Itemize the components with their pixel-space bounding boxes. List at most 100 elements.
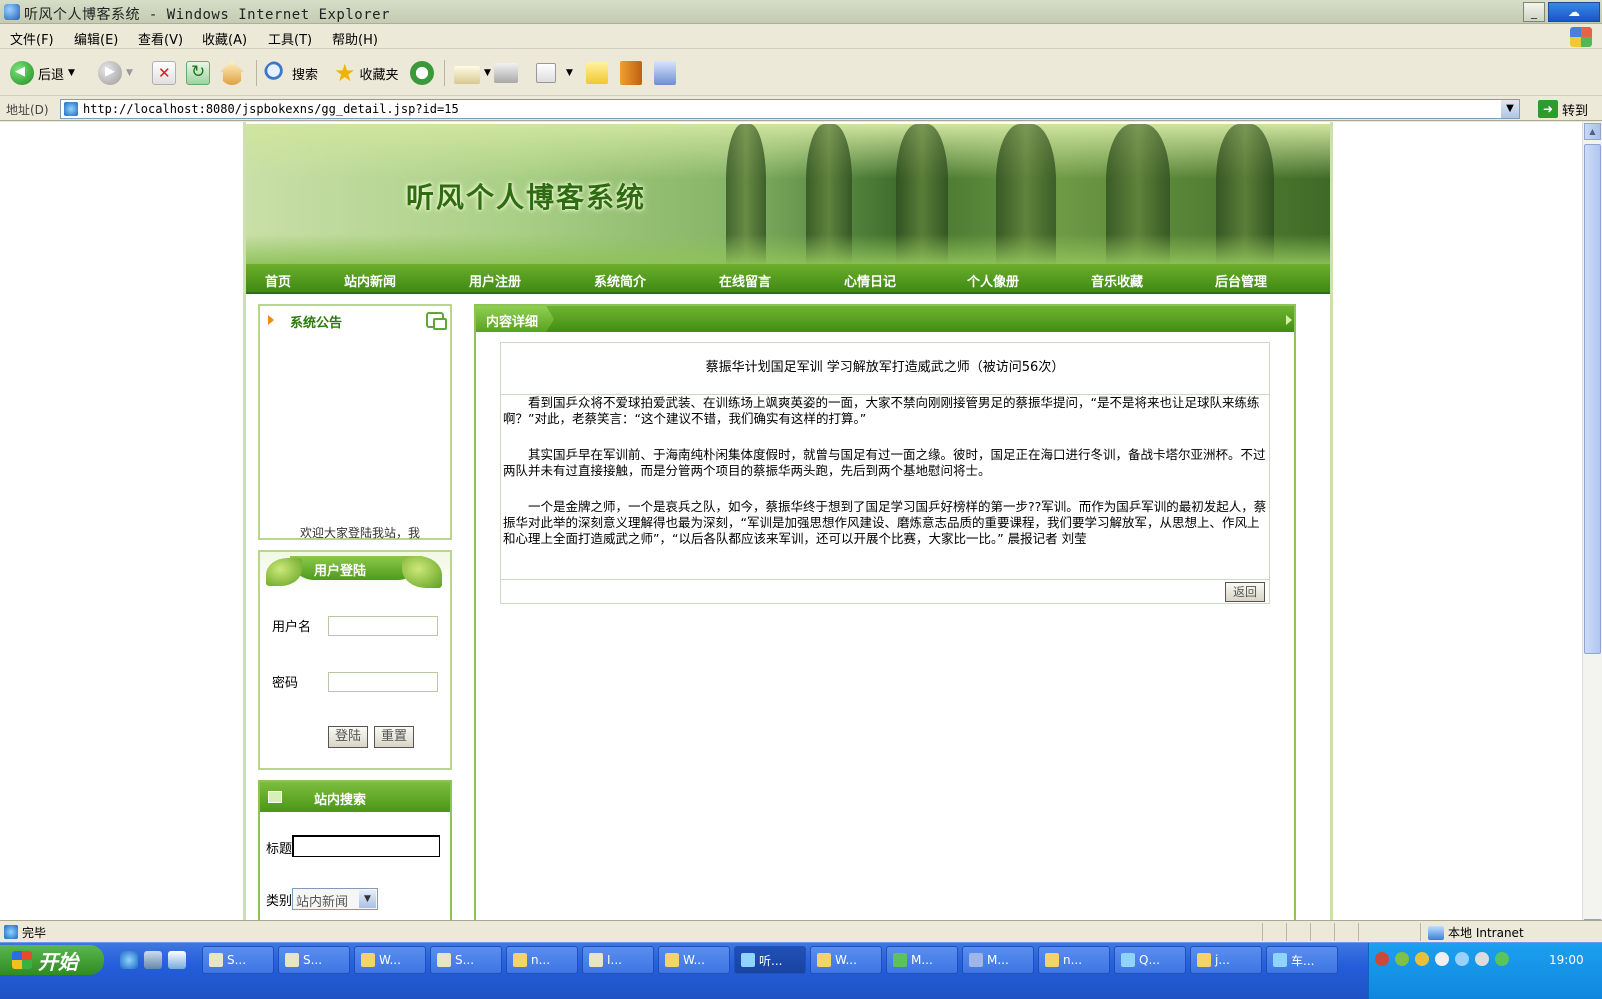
start-button[interactable]: 开始	[0, 945, 104, 975]
search-button[interactable]: 搜索	[264, 58, 318, 88]
status-divider	[1310, 923, 1311, 941]
stop-button[interactable]	[152, 58, 176, 88]
menu-view[interactable]: 查看(V)	[138, 29, 183, 48]
menu-favorites[interactable]: 收藏(A)	[202, 29, 247, 48]
refresh-button[interactable]	[186, 58, 210, 88]
media-quicklaunch-icon[interactable]	[168, 951, 186, 969]
star-icon: ★	[334, 59, 356, 87]
vertical-scrollbar[interactable]: ▲ ▼	[1582, 122, 1602, 937]
printer-icon	[494, 63, 518, 83]
taskbar-item-label: n...	[1063, 953, 1083, 967]
ie-quicklaunch-icon[interactable]	[120, 951, 138, 969]
login-button[interactable]: 登陆	[328, 726, 368, 748]
go-button[interactable]: ➜ 转到	[1538, 99, 1588, 119]
scroll-thumb[interactable]	[1584, 144, 1601, 654]
desktop-quicklaunch-icon[interactable]	[144, 951, 162, 969]
taskbar-item[interactable]: S...	[278, 946, 350, 974]
system-tray: 19:00	[1368, 943, 1602, 999]
nav-admin[interactable]: 后台管理	[1215, 271, 1267, 290]
chevron-down-icon[interactable]: ▼	[126, 68, 133, 78]
site-container: 听风个人博客系统 首页 站内新闻 用户注册 系统简介 在线留言 心情日记 个人像…	[243, 122, 1333, 937]
taskbar-item-label: W...	[835, 953, 857, 967]
tray-icon[interactable]	[1395, 952, 1409, 966]
taskbar-item[interactable]: M...	[962, 946, 1034, 974]
site-search-panel: 站内搜索 标题 类别 站内新闻 ▼	[258, 780, 452, 937]
menu-help[interactable]: 帮助(H)	[332, 29, 378, 48]
windows-icon	[426, 312, 447, 330]
folder-icon	[665, 953, 679, 967]
chevron-down-icon[interactable]: ▼	[566, 68, 573, 78]
taskbar-item[interactable]: S...	[430, 946, 502, 974]
username-input[interactable]	[328, 616, 438, 636]
article-title: 蔡振华计划国足军训 学习解放军打造威武之师（被访问56次）	[501, 343, 1269, 395]
address-url[interactable]: http://localhost:8080/jspbokexns/gg_deta…	[83, 102, 459, 116]
title-label: 标题	[266, 842, 293, 857]
scroll-up-icon[interactable]: ▲	[1584, 123, 1601, 140]
mail-button[interactable]: ▼	[454, 58, 491, 88]
site-banner: 听风个人博客系统	[246, 124, 1330, 266]
nav-diary[interactable]: 心情日记	[844, 271, 896, 290]
nav-register[interactable]: 用户注册	[469, 271, 521, 290]
back-arrow-icon	[10, 61, 34, 85]
nav-album[interactable]: 个人像册	[967, 271, 1019, 290]
nav-guestbook[interactable]: 在线留言	[719, 271, 771, 290]
favorites-button[interactable]: ★ 收藏夹	[334, 58, 399, 88]
tray-icon[interactable]	[1415, 952, 1429, 966]
forward-button[interactable]: ▼	[98, 58, 133, 88]
taskbar-item-label: S...	[455, 953, 475, 967]
address-input[interactable]: http://localhost:8080/jspbokexns/gg_deta…	[60, 99, 1520, 119]
minimize-button[interactable]: _	[1523, 2, 1545, 22]
taskbar-item[interactable]: W...	[658, 946, 730, 974]
taskbar-item[interactable]: I...	[582, 946, 654, 974]
taskbar-item[interactable]: n...	[1038, 946, 1110, 974]
taskbar-item[interactable]: n...	[506, 946, 578, 974]
taskbar-item-label: M...	[911, 953, 933, 967]
menu-edit[interactable]: 编辑(E)	[74, 29, 118, 48]
taskbar-item[interactable]: 车...	[1266, 946, 1338, 974]
print-button[interactable]	[494, 58, 518, 88]
nav-home[interactable]: 首页	[265, 271, 291, 290]
chevron-down-icon[interactable]: ▼	[359, 890, 376, 908]
status-divider	[1358, 923, 1359, 941]
menu-file[interactable]: 文件(F)	[10, 29, 54, 48]
window-title: 听风个人博客系统 - Windows Internet Explorer	[24, 7, 391, 23]
home-button[interactable]	[220, 58, 244, 88]
category-select[interactable]: 站内新闻 ▼	[292, 888, 378, 910]
mail-icon	[454, 65, 480, 84]
tray-icon[interactable]	[1375, 952, 1389, 966]
chevron-down-icon[interactable]: ▼	[1501, 100, 1519, 118]
nav-about[interactable]: 系统简介	[594, 271, 646, 290]
edit-button[interactable]: ▼	[536, 58, 573, 88]
notice-header: 系统公告	[260, 306, 450, 334]
password-input[interactable]	[328, 672, 438, 692]
taskbar-item[interactable]: j...	[1190, 946, 1262, 974]
home-icon	[220, 61, 244, 85]
cloud-icon[interactable]: ☁	[1548, 2, 1600, 22]
taskbar-item[interactable]: W...	[810, 946, 882, 974]
tray-icon[interactable]	[1475, 952, 1489, 966]
chevron-down-icon[interactable]: ▼	[484, 68, 491, 78]
tray-icon[interactable]	[1435, 952, 1449, 966]
content-panel: 内容详细 蔡振华计划国足军训 学习解放军打造威武之师（被访问56次） 看到国乒众…	[474, 304, 1296, 937]
taskbar-item[interactable]: W...	[354, 946, 426, 974]
taskbar-item[interactable]: M...	[886, 946, 958, 974]
tray-icon[interactable]	[1495, 952, 1509, 966]
nav-news[interactable]: 站内新闻	[344, 271, 396, 290]
reset-button[interactable]: 重置	[374, 726, 414, 748]
menu-tools[interactable]: 工具(T)	[268, 29, 312, 48]
back-button[interactable]: 后退 ▼	[10, 58, 75, 88]
discuss-button[interactable]	[586, 58, 608, 88]
nav-music[interactable]: 音乐收藏	[1091, 271, 1143, 290]
messenger-button[interactable]	[654, 58, 676, 88]
research-button[interactable]	[620, 58, 642, 88]
taskbar-item[interactable]: S...	[202, 946, 274, 974]
back-to-list-button[interactable]: 返回	[1225, 582, 1265, 602]
history-button[interactable]	[410, 58, 434, 88]
notice-marquee[interactable]: 欢迎大家登陆我站，我	[300, 526, 440, 540]
taskbar-item-active[interactable]: 听...	[734, 946, 806, 974]
tray-icon[interactable]	[1455, 952, 1469, 966]
taskbar-item[interactable]: Q...	[1114, 946, 1186, 974]
security-zone[interactable]: 本地 Intranet	[1428, 924, 1524, 941]
chevron-down-icon[interactable]: ▼	[68, 68, 75, 78]
search-title-input[interactable]	[292, 835, 440, 857]
